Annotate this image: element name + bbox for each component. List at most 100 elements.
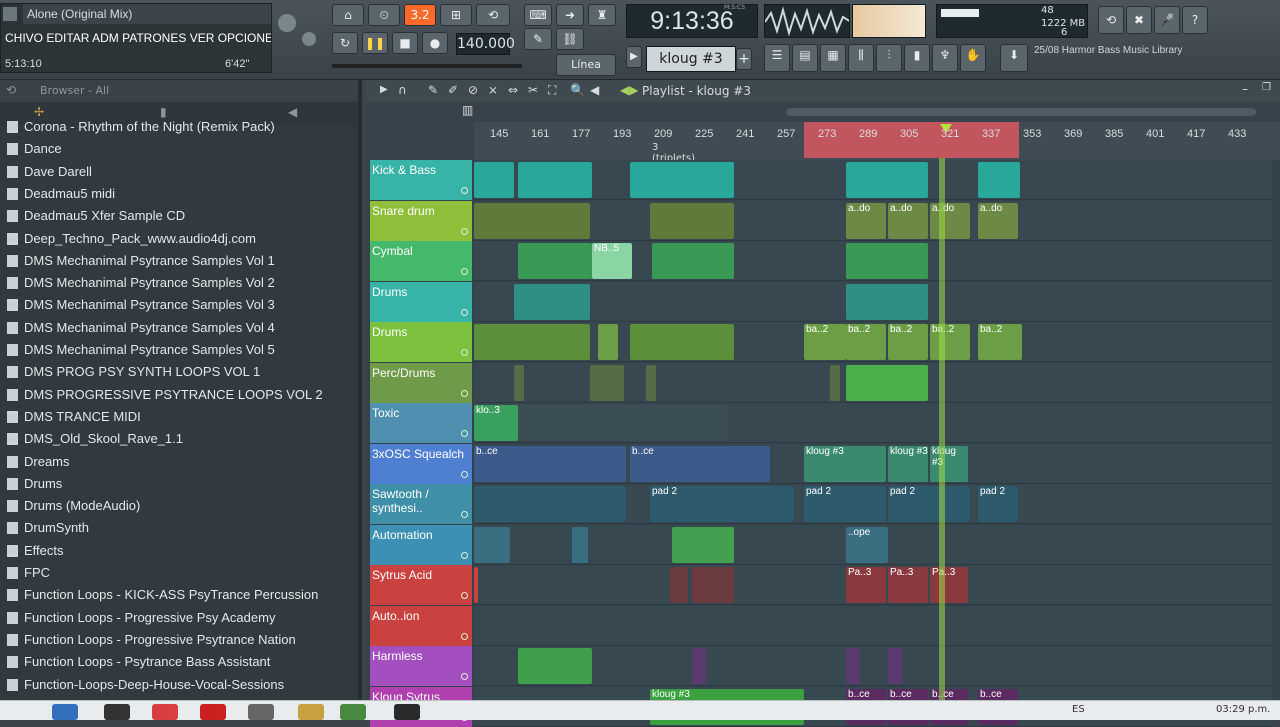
track-mute-led[interactable] <box>461 187 468 194</box>
pattern-clip[interactable]: pad 2 <box>978 486 1018 522</box>
pattern-clip[interactable] <box>518 162 592 198</box>
link-button[interactable]: ⛓ <box>556 28 584 50</box>
browser-icon[interactable]: ▮ <box>904 44 930 72</box>
pattern-clip[interactable] <box>514 283 590 320</box>
pattern-clip[interactable] <box>646 364 656 401</box>
pattern-clip[interactable] <box>474 526 510 563</box>
browser-folder-item[interactable]: DMS_Old_Skool_Rave_1.1 <box>0 428 183 450</box>
add-pattern-icon[interactable]: + <box>736 48 752 70</box>
plugin-picker-icon[interactable]: ♆ <box>932 44 958 72</box>
terminal-icon[interactable] <box>394 704 420 720</box>
track-header[interactable]: Sytrus Acid <box>370 565 472 605</box>
chrome-icon[interactable] <box>152 704 178 720</box>
step-forward-button[interactable]: ➜ <box>556 4 584 26</box>
pattern-clip[interactable]: b..ce <box>630 445 770 482</box>
pattern-clip[interactable] <box>692 567 734 603</box>
main-menu[interactable]: CHIVO EDITAR ADM PATRONES VER OPCIONES I… <box>1 28 271 48</box>
pattern-clip[interactable] <box>518 243 592 279</box>
browser-folder-item[interactable]: Function Loops - Progressive Psy Academy <box>0 607 275 629</box>
horizontal-scrollbar[interactable] <box>786 108 1256 116</box>
pattern-clip[interactable] <box>590 364 624 401</box>
metronome-button[interactable]: ⌂ <box>332 4 364 26</box>
browser-folder-item[interactable]: Dave Darell <box>0 161 92 183</box>
pattern-prev-icon[interactable]: ▶ <box>626 46 642 68</box>
track-lane[interactable] <box>474 362 1272 403</box>
track-mute-led[interactable] <box>461 632 468 640</box>
master-pitch-knob[interactable] <box>302 32 316 46</box>
track-mute-led[interactable] <box>461 268 468 275</box>
pattern-clip[interactable] <box>846 648 860 684</box>
pattern-clip[interactable]: kloug #3 <box>930 445 968 482</box>
playlist-icon[interactable]: ☰ <box>764 44 790 72</box>
opera-icon[interactable] <box>200 704 226 720</box>
undo-icon[interactable]: ⟲ <box>1098 6 1124 34</box>
pattern-clip[interactable]: a..do <box>846 202 886 239</box>
browser-folder-item[interactable]: Drums <box>0 473 62 495</box>
browser-folder-item[interactable]: Deadmau5 Xfer Sample CD <box>0 205 185 227</box>
pattern-clip[interactable]: Pa..3 <box>930 567 968 603</box>
browser-folder-item[interactable]: DMS TRANCE MIDI <box>0 406 141 428</box>
pattern-clip[interactable] <box>846 364 928 401</box>
pattern-clip[interactable] <box>630 162 734 198</box>
track-header[interactable]: Kick & Bass <box>370 160 472 200</box>
browser-folder-item[interactable]: Function Loops - Progressive Psytrance N… <box>0 629 296 651</box>
touch-controller-icon[interactable]: ✋ <box>960 44 986 72</box>
tools-icon[interactable]: ✖ <box>1126 6 1152 34</box>
track-header[interactable]: Perc/Drums <box>370 362 472 403</box>
pattern-clip[interactable] <box>846 243 928 279</box>
browser-folder-item[interactable]: Deep_Techno_Pack_www.audio4dj.com <box>0 228 256 250</box>
browser-folder-item[interactable]: DMS Mechanimal Psytrance Samples Vol 1 <box>0 250 275 272</box>
pattern-clip[interactable]: pad 2 <box>888 486 970 522</box>
delete-tool-icon[interactable]: ⊘ <box>468 83 478 97</box>
pattern-clip[interactable]: ba..2 <box>846 324 886 360</box>
pattern-clip[interactable]: kloug #3 <box>804 445 886 482</box>
pattern-clip[interactable]: Pa..3 <box>888 567 928 603</box>
track-header[interactable]: Drums <box>370 281 472 322</box>
piano-roll-icon[interactable]: ▤ <box>792 44 818 72</box>
pattern-clip[interactable]: NB..5 <box>592 243 632 279</box>
track-mute-led[interactable] <box>461 349 468 356</box>
track-mute-led[interactable] <box>461 227 468 235</box>
browser-back-icon[interactable]: ⟲ <box>6 83 16 97</box>
pattern-clip[interactable] <box>692 648 706 684</box>
folder-icon[interactable] <box>248 704 274 720</box>
track-lane[interactable] <box>474 160 1272 200</box>
pattern-clip[interactable] <box>650 202 734 239</box>
pattern-clip[interactable]: a..do <box>888 202 928 239</box>
download-icon[interactable]: ⬇ <box>1000 44 1028 72</box>
tempo-display[interactable]: 140.000 <box>456 33 515 55</box>
mixer2-icon[interactable]: ⫶ <box>876 44 902 72</box>
browser-folder-item[interactable]: Corona - Rhythm of the Night (Remix Pack… <box>0 116 275 138</box>
pattern-clip[interactable] <box>572 526 588 563</box>
browser-folder-item[interactable]: Dreams <box>0 451 70 473</box>
track-mute-led[interactable] <box>461 592 468 599</box>
track-mute-led[interactable] <box>461 511 468 518</box>
pattern-clip[interactable]: ba..2 <box>888 324 928 360</box>
mute-tool-icon[interactable]: ⨯ <box>488 83 498 97</box>
mixer-icon[interactable]: ⫼ <box>848 44 874 72</box>
microphone-icon[interactable]: 🎤 <box>1154 6 1180 34</box>
browser-folder-item[interactable]: DMS Mechanimal Psytrance Samples Vol 3 <box>0 294 275 316</box>
pattern-clip[interactable]: a..do <box>930 202 970 239</box>
fl-studio-icon[interactable] <box>340 704 366 720</box>
browser-folder-item[interactable]: Function Loops - Psytrance Bass Assistan… <box>0 651 270 673</box>
track-header[interactable]: Cymbal <box>370 241 472 281</box>
track-lane[interactable]: a..do a..do a..do a..do <box>474 200 1272 241</box>
pattern-clip[interactable] <box>846 283 928 320</box>
pattern-clip[interactable] <box>888 648 902 684</box>
wait-button[interactable]: ⏲ <box>368 4 400 26</box>
playlist-menu-icon[interactable]: ◀▶ <box>620 83 638 97</box>
pattern-clip[interactable] <box>518 405 728 441</box>
master-volume-knob[interactable] <box>278 14 296 32</box>
track-header[interactable]: Drums <box>370 322 472 362</box>
browser-folder-item[interactable]: FPC <box>0 562 50 584</box>
track-header[interactable]: Harmless <box>370 646 472 686</box>
pattern-clip[interactable]: ..ope <box>846 526 888 563</box>
browser-folder-item[interactable]: DMS Mechanimal Psytrance Samples Vol 5 <box>0 339 275 361</box>
pattern-clip[interactable] <box>630 324 734 360</box>
maximize-icon[interactable]: ❐ <box>1262 82 1271 93</box>
pencil-button[interactable]: ✎ <box>524 28 552 50</box>
track-lane[interactable]: ba..2 ba..2 ba..2 ba..2 ba..2 <box>474 322 1272 362</box>
slice-tool-icon[interactable]: ✂ <box>528 83 538 97</box>
playback-tool-icon[interactable]: ◀ <box>590 83 599 97</box>
